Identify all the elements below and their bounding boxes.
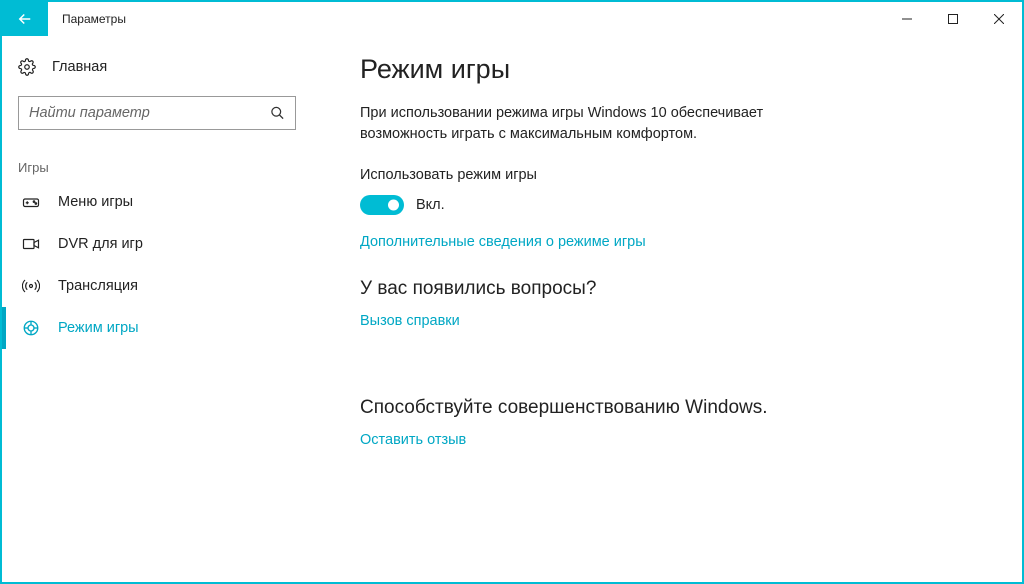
game-bar-icon <box>22 193 40 211</box>
close-icon <box>994 14 1004 24</box>
feedback-link[interactable]: Оставить отзыв <box>360 432 466 448</box>
page-title: Режим игры <box>360 54 982 85</box>
nav: Меню игры DVR для игр Трансляция <box>2 181 312 349</box>
questions-heading: У вас появились вопросы? <box>360 278 982 300</box>
sidebar-item-label: Меню игры <box>58 194 133 210</box>
home-nav[interactable]: Главная <box>2 50 312 84</box>
game-mode-icon <box>22 319 40 337</box>
sidebar-item-label: Трансляция <box>58 278 138 294</box>
toggle-knob <box>388 200 399 211</box>
content: Режим игры При использовании режима игры… <box>312 36 1022 582</box>
section-label: Игры <box>2 138 312 181</box>
improve-heading: Способствуйте совершенствованию Windows. <box>360 397 982 419</box>
learn-more-link[interactable]: Дополнительные сведения о режиме игры <box>360 234 646 250</box>
game-mode-toggle[interactable] <box>360 195 404 215</box>
home-label: Главная <box>52 59 107 75</box>
maximize-button[interactable] <box>930 2 976 36</box>
page-description: При использовании режима игры Windows 10… <box>360 103 790 145</box>
search-box[interactable] <box>18 96 296 130</box>
sidebar-item-game-bar[interactable]: Меню игры <box>2 181 312 223</box>
gear-icon <box>18 58 36 76</box>
sidebar-item-game-dvr[interactable]: DVR для игр <box>2 223 312 265</box>
titlebar: Параметры <box>2 2 1022 36</box>
search-wrap <box>2 84 312 138</box>
sidebar-item-broadcasting[interactable]: Трансляция <box>2 265 312 307</box>
minimize-button[interactable] <box>884 2 930 36</box>
minimize-icon <box>902 14 912 24</box>
get-help-link[interactable]: Вызов справки <box>360 313 460 329</box>
questions-section: У вас появились вопросы? Вызов справки <box>360 278 982 357</box>
sidebar: Главная Игры Меню игры <box>2 36 312 582</box>
body: Главная Игры Меню игры <box>2 36 1022 582</box>
dvr-icon <box>22 235 40 253</box>
toggle-row: Вкл. <box>360 195 982 215</box>
sidebar-item-label: Режим игры <box>58 320 139 336</box>
feedback-section: Способствуйте совершенствованию Windows.… <box>360 397 982 476</box>
toggle-state: Вкл. <box>416 197 445 213</box>
close-button[interactable] <box>976 2 1022 36</box>
maximize-icon <box>948 14 958 24</box>
sidebar-item-game-mode[interactable]: Режим игры <box>2 307 312 349</box>
sidebar-item-label: DVR для игр <box>58 236 143 252</box>
search-input[interactable] <box>19 97 295 129</box>
arrow-left-icon <box>16 10 34 28</box>
broadcast-icon <box>22 277 40 295</box>
back-button[interactable] <box>2 2 48 36</box>
search-icon <box>270 106 285 121</box>
toggle-label: Использовать режим игры <box>360 167 982 183</box>
settings-window: Параметры Главная <box>0 0 1024 584</box>
window-controls <box>884 2 1022 36</box>
window-title: Параметры <box>48 2 126 36</box>
